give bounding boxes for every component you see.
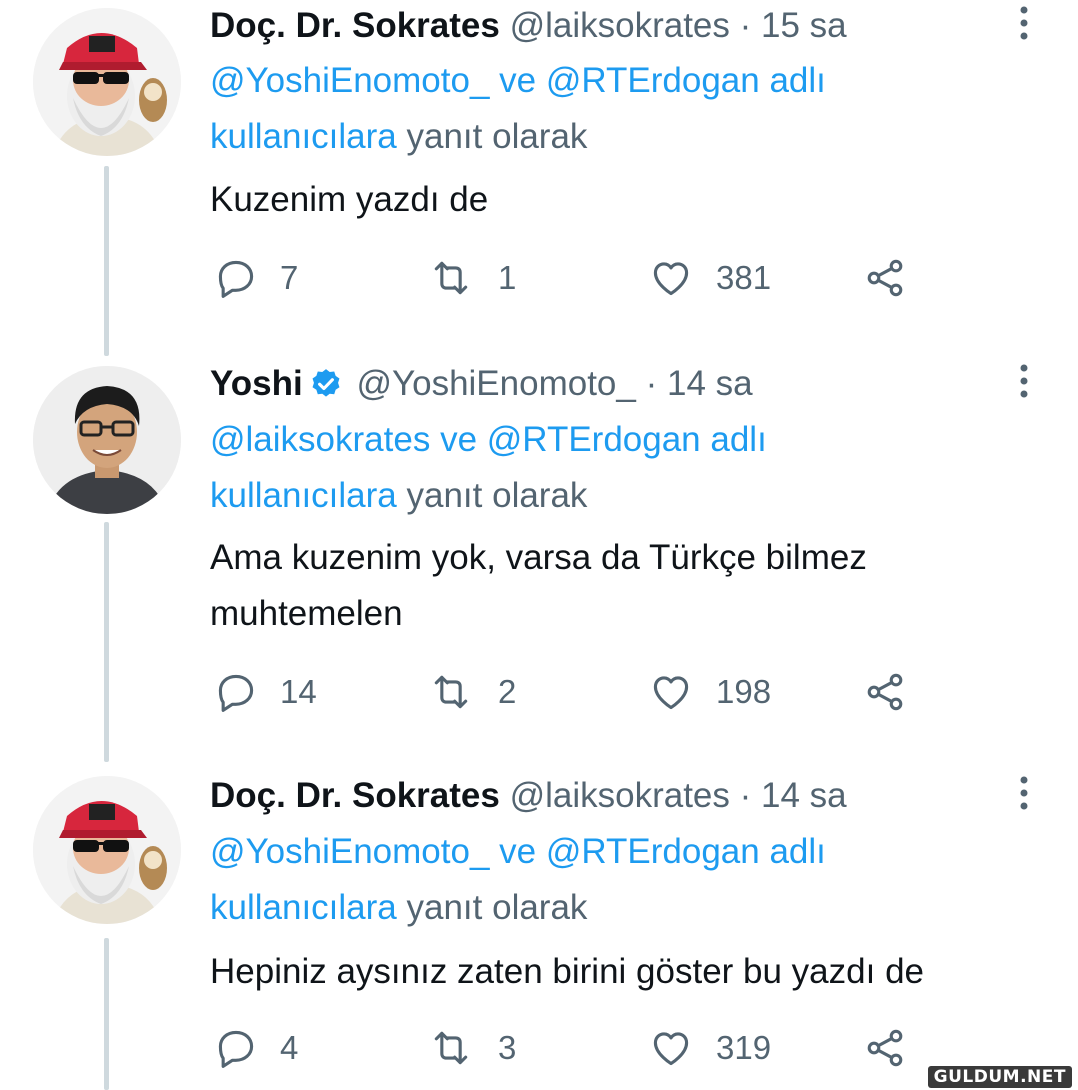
reply-icon bbox=[218, 1030, 254, 1068]
mention-link[interactable]: kullanıcılara bbox=[210, 888, 397, 927]
reply-icon bbox=[218, 260, 254, 298]
reply-context: @YoshiEnomoto_ ve @RTErdogan adlı kullan… bbox=[210, 824, 1010, 936]
verified-badge-icon bbox=[309, 366, 343, 414]
tweet-actions: 4 3 319 bbox=[210, 1018, 970, 1078]
mention-link[interactable]: ve bbox=[499, 832, 536, 871]
like-count: 319 bbox=[716, 1029, 772, 1066]
reply-count: 7 bbox=[280, 259, 299, 296]
user-handle[interactable]: @laiksokrates bbox=[510, 776, 730, 815]
tweet-text: Ama kuzenim yok, varsa da Türkçe bilmez … bbox=[210, 530, 1050, 642]
watermark-logo: GULDUM.NET bbox=[927, 1066, 1072, 1088]
more-icon[interactable] bbox=[1014, 362, 1034, 402]
separator: · bbox=[739, 776, 752, 815]
tweet[interactable]: Yoshi @YoshiEnomoto_ · 14 sa @laiksokrat… bbox=[0, 358, 1078, 758]
display-name[interactable]: Doç. Dr. Sokrates bbox=[210, 776, 500, 815]
tweet-actions: 14 2 198 bbox=[210, 662, 970, 722]
share-icon bbox=[867, 1029, 903, 1067]
separator: · bbox=[645, 364, 658, 403]
reply-context: @YoshiEnomoto_ ve @RTErdogan adlı kullan… bbox=[210, 53, 1010, 165]
share-icon bbox=[867, 673, 903, 711]
reply-button[interactable]: 7 bbox=[214, 248, 298, 308]
reply-button[interactable]: 4 bbox=[214, 1018, 298, 1078]
mention-link[interactable]: kullanıcılara bbox=[210, 117, 397, 156]
tweet-header: Doç. Dr. Sokrates @laiksokrates · 15 sa bbox=[210, 2, 847, 50]
mention-link[interactable]: @RTErdogan adlı bbox=[546, 832, 826, 871]
more-icon[interactable] bbox=[1014, 4, 1034, 44]
reply-count: 14 bbox=[280, 673, 317, 710]
mention-link[interactable]: @YoshiEnomoto_ bbox=[210, 832, 489, 871]
reply-suffix: yanıt olarak bbox=[406, 476, 588, 515]
timestamp[interactable]: 15 sa bbox=[761, 6, 847, 45]
retweet-button[interactable]: 3 bbox=[426, 1018, 516, 1078]
display-name[interactable]: Doç. Dr. Sokrates bbox=[210, 6, 500, 45]
mention-link[interactable]: @RTErdogan adlı bbox=[546, 61, 826, 100]
mention-link[interactable]: ve bbox=[440, 420, 477, 459]
like-icon bbox=[653, 676, 689, 710]
tweet-text: Kuzenim yazdı de bbox=[210, 180, 489, 219]
retweet-icon bbox=[434, 261, 468, 295]
share-icon bbox=[867, 259, 903, 297]
reply-suffix: yanıt olarak bbox=[406, 117, 588, 156]
tweet[interactable]: Doç. Dr. Sokrates @laiksokrates · 15 sa … bbox=[0, 0, 1078, 350]
mention-link[interactable]: @laiksokrates bbox=[210, 420, 430, 459]
tweet-text-line: muhtemelen bbox=[210, 594, 403, 633]
more-icon[interactable] bbox=[1014, 774, 1034, 814]
share-button[interactable] bbox=[862, 1018, 930, 1078]
tweet-text: Hepiniz aysınız zaten birini göster bu y… bbox=[210, 952, 924, 991]
tweet-header: Doç. Dr. Sokrates @laiksokrates · 14 sa bbox=[210, 772, 847, 820]
mention-link[interactable]: @RTErdogan adlı bbox=[487, 420, 767, 459]
display-name[interactable]: Yoshi bbox=[210, 364, 303, 403]
retweet-count: 2 bbox=[498, 673, 517, 710]
like-icon bbox=[653, 262, 689, 296]
retweet-icon bbox=[434, 1031, 468, 1065]
share-button[interactable] bbox=[862, 248, 930, 308]
share-button[interactable] bbox=[862, 662, 930, 722]
user-handle[interactable]: @laiksokrates bbox=[510, 6, 730, 45]
separator: · bbox=[739, 6, 752, 45]
tweet-header: Yoshi @YoshiEnomoto_ · 14 sa bbox=[210, 360, 753, 414]
like-button[interactable]: 381 bbox=[648, 248, 771, 308]
like-icon bbox=[653, 1032, 689, 1066]
tweet[interactable]: Doç. Dr. Sokrates @laiksokrates · 14 sa … bbox=[0, 770, 1078, 1090]
retweet-button[interactable]: 2 bbox=[426, 662, 516, 722]
like-button[interactable]: 319 bbox=[648, 1018, 771, 1078]
like-button[interactable]: 198 bbox=[648, 662, 771, 722]
tweet-text-line: Ama kuzenim yok, varsa da Türkçe bilmez bbox=[210, 538, 867, 577]
mention-link[interactable]: ve bbox=[499, 61, 536, 100]
avatar-yoshienomoto[interactable] bbox=[33, 366, 181, 514]
retweet-count: 3 bbox=[498, 1029, 517, 1066]
reply-icon bbox=[218, 674, 254, 712]
reply-count: 4 bbox=[280, 1029, 299, 1066]
avatar-laiksokrates[interactable] bbox=[33, 776, 181, 924]
retweet-button[interactable]: 1 bbox=[426, 248, 516, 308]
reply-context: @laiksokrates ve @RTErdogan adlı kullanı… bbox=[210, 412, 1010, 524]
tweet-actions: 7 1 381 bbox=[210, 248, 970, 308]
timestamp[interactable]: 14 sa bbox=[761, 776, 847, 815]
avatar-laiksokrates[interactable] bbox=[33, 8, 181, 156]
like-count: 381 bbox=[716, 259, 772, 296]
mention-link[interactable]: @YoshiEnomoto_ bbox=[210, 61, 489, 100]
mention-link[interactable]: kullanıcılara bbox=[210, 476, 397, 515]
reply-button[interactable]: 14 bbox=[214, 662, 317, 722]
timestamp[interactable]: 14 sa bbox=[667, 364, 753, 403]
retweet-icon bbox=[434, 675, 468, 709]
reply-suffix: yanıt olarak bbox=[406, 888, 588, 927]
retweet-count: 1 bbox=[498, 259, 517, 296]
user-handle[interactable]: @YoshiEnomoto_ bbox=[356, 364, 635, 403]
like-count: 198 bbox=[716, 673, 772, 710]
